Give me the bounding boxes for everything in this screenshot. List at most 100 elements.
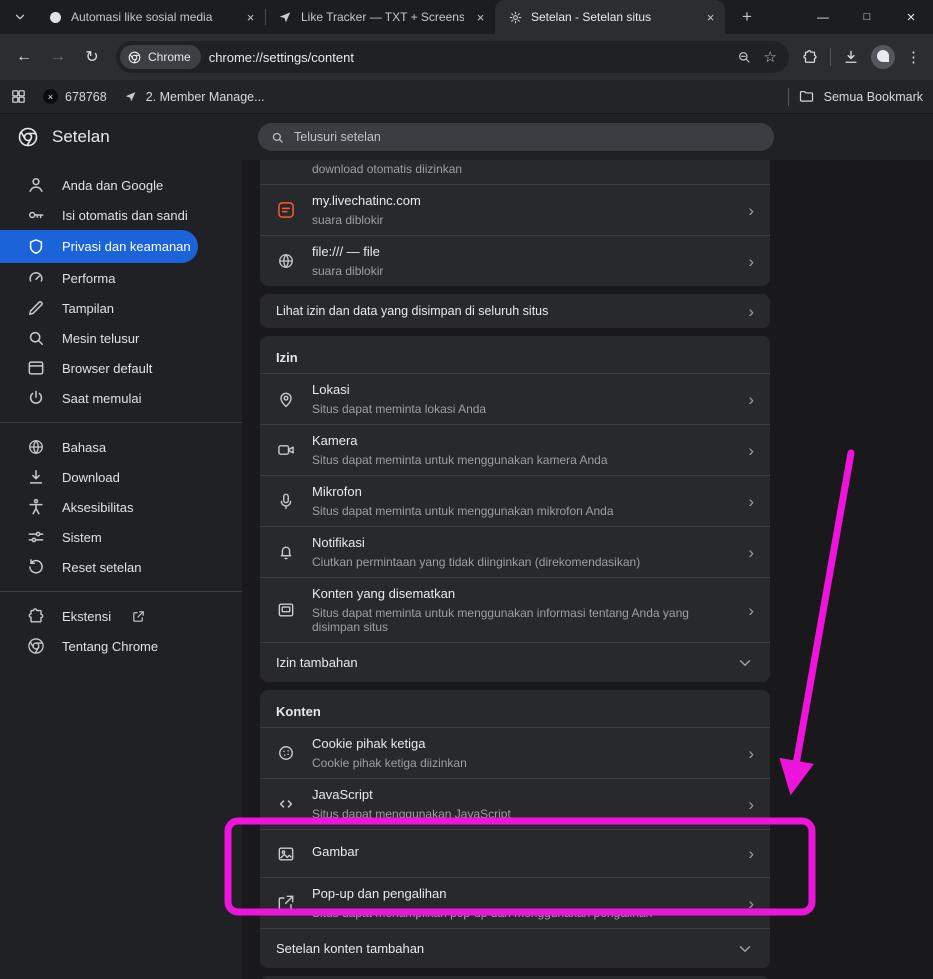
search-icon [26,328,46,348]
tab-title: Automasi like sosial media [71,10,234,24]
address-bar[interactable]: Chrome chrome://settings/content ☆ [116,41,789,73]
content-row-gambar[interactable]: Gambar › [260,829,770,877]
menu-kebab-icon[interactable]: ⋮ [906,48,921,66]
sidebar-item-isi-otomatis[interactable]: Isi otomatis dan sandi [0,200,242,230]
sidebar-item-sistem[interactable]: Sistem [0,522,242,552]
row-desc: Situs dapat meminta untuk menggunakan in… [312,606,732,634]
back-button[interactable]: ← [8,41,40,73]
image-icon [276,844,296,864]
speedometer-icon [26,268,46,288]
page-title: Setelan [52,127,110,147]
bookmark-label: 2. Member Manage... [146,90,265,104]
content-settings-card: Konten Cookie pihak ketiga Cookie pihak … [260,690,770,968]
microphone-icon [276,491,296,511]
sidebar-item-browser-default[interactable]: Browser default [0,353,242,383]
sidebar-item-tampilan[interactable]: Tampilan [0,293,242,323]
site-row-livechat[interactable]: my.livechatinc.com suara diblokir › [260,184,770,235]
permission-row-konten-disematkan[interactable]: Konten yang disematkan Situs dapat memin… [260,577,770,642]
browser-window-icon [26,358,46,378]
sidebar-item-tentang-chrome[interactable]: Tentang Chrome [0,631,242,661]
globe-icon [276,251,296,271]
site-desc: suara diblokir [312,213,732,227]
close-window-button[interactable]: × [889,0,933,34]
sidebar-item-label: Anda dan Google [62,178,163,193]
toolbar-divider [830,48,831,66]
profile-avatar[interactable] [871,45,895,69]
sidebar-item-performa[interactable]: Performa [0,263,242,293]
bookmark-item[interactable]: × 678768 [43,89,107,104]
extensions-puzzle-icon[interactable] [801,48,819,66]
view-all-permissions-row[interactable]: Lihat izin dan data yang disimpan di sel… [260,294,770,328]
bookmark-item[interactable]: 2. Member Manage... [123,89,265,105]
row-desc: Cookie pihak ketiga diizinkan [312,756,732,770]
tab-search-button[interactable] [7,4,33,30]
all-bookmarks-button[interactable]: Semua Bookmark [824,90,923,104]
cookie-icon [276,743,296,763]
downloads-icon[interactable] [842,48,860,66]
additional-content-settings-expander[interactable]: Setelan konten tambahan [260,928,770,968]
sidebar-item-anda-dan-google[interactable]: Anda dan Google [0,170,242,200]
bookmark-favicon-plane-icon [123,89,139,105]
person-icon [26,175,46,195]
sidebar-item-saat-memulai[interactable]: Saat memulai [0,383,242,413]
permission-row-kamera[interactable]: Kamera Situs dapat meminta untuk menggun… [260,424,770,475]
bell-icon [276,542,296,562]
minimize-button[interactable]: — [801,0,845,34]
tab-like-tracker[interactable]: Like Tracker — TXT + Screensh × [265,0,495,34]
external-link-icon [131,609,146,624]
permission-row-lokasi[interactable]: Lokasi Situs dapat meminta lokasi Anda › [260,373,770,424]
maximize-button[interactable]: □ [845,0,889,34]
sidebar-item-download[interactable]: Download [0,462,242,492]
sidebar-item-privasi-dan-keamanan[interactable]: Privasi dan keamanan [0,230,198,263]
settings-search[interactable] [258,123,774,151]
browser-toolbar: ← → ↻ Chrome chrome://settings/content ☆… [0,34,933,80]
apps-grid-icon[interactable] [10,88,27,105]
chevron-down-icon [13,10,27,24]
location-pin-icon [276,389,296,409]
chevron-right-icon: › [748,895,754,912]
sidebar-item-aksesibilitas[interactable]: Aksesibilitas [0,492,242,522]
sidebar-item-mesin-telusur[interactable]: Mesin telusur [0,323,242,353]
permission-row-mikrofon[interactable]: Mikrofon Situs dapat meminta untuk mengg… [260,475,770,526]
search-input[interactable] [294,130,762,144]
chrome-url-chip[interactable]: Chrome [120,45,201,69]
sidebar-item-bahasa[interactable]: Bahasa [0,432,242,462]
row-title: Setelan konten tambahan [276,941,720,957]
chrome-logo-icon [26,636,46,656]
content-row-cookie[interactable]: Cookie pihak ketiga Cookie pihak ketiga … [260,727,770,778]
chevron-right-icon: › [748,391,754,408]
tab-automasi-like[interactable]: Automasi like sosial media × [35,0,265,34]
close-tab-icon[interactable]: × [242,9,259,26]
chevron-down-icon [736,654,754,672]
close-tab-icon[interactable]: × [472,9,489,26]
sidebar-item-label: Reset setelan [62,560,142,575]
permissions-card: Izin Lokasi Situs dapat meminta lokasi A… [260,336,770,682]
reload-button[interactable]: ↻ [76,41,108,73]
bookmarks-bar: × 678768 2. Member Manage... Semua Bookm… [0,80,933,114]
site-row-file[interactable]: file:/// — file suara diblokir › [260,235,770,286]
forward-button[interactable]: → [42,41,74,73]
close-tab-icon[interactable]: × [702,9,719,26]
pen-icon [26,298,46,318]
permission-row-notifikasi[interactable]: Notifikasi Ciutkan permintaan yang tidak… [260,526,770,577]
content-row-javascript[interactable]: JavaScript Situs dapat menggunakan JavaS… [260,778,770,829]
row-title: Gambar [312,844,732,860]
tab-favicon-plane-icon [277,9,293,25]
camera-icon [276,440,296,460]
sidebar-item-reset-setelan[interactable]: Reset setelan [0,552,242,582]
new-tab-button[interactable]: + [733,3,761,31]
chrome-logo-icon [127,50,142,65]
chevron-right-icon: › [748,202,754,219]
embedded-content-icon [276,600,296,620]
site-title: file:/// — file [312,244,732,260]
row-title: Kamera [312,433,732,449]
puzzle-icon [26,606,46,626]
tab-setelan-situs[interactable]: Setelan - Setelan situs × [495,0,725,34]
sidebar-item-label: Tentang Chrome [62,639,158,654]
zoom-icon[interactable] [736,49,752,65]
row-desc: Ciutkan permintaan yang tidak diinginkan… [312,555,732,569]
content-row-popup[interactable]: Pop-up dan pengalihan Situs dapat menamp… [260,877,770,928]
sidebar-item-ekstensi[interactable]: Ekstensi [0,601,242,631]
additional-permissions-expander[interactable]: Izin tambahan [260,642,770,682]
bookmark-star-icon[interactable]: ☆ [764,50,777,65]
